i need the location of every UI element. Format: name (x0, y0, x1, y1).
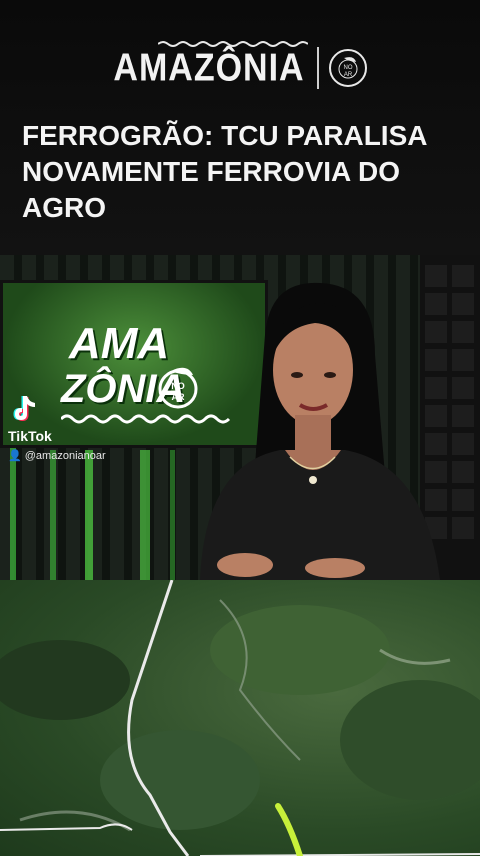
username-text: @amazonianoar (24, 450, 106, 462)
seal-text-top: NO (343, 65, 352, 71)
tv-seal-top: NO (171, 381, 185, 391)
no-ar-seal-icon: NO AR (328, 49, 367, 87)
headline: FERROGRÃO: TCU PARALISA NOVAMENTE FERROV… (22, 120, 427, 223)
brand-logo: AMAZÔNIA NO AR (0, 42, 480, 94)
logo-separator (316, 47, 319, 89)
header: AMAZÔNIA NO AR FERROGRÃO: TCU PARALISA N… (0, 0, 480, 255)
tiktok-watermark (8, 392, 42, 431)
tiktok-logo-icon (13, 396, 35, 421)
tiktok-username: 👤 @amazonianoar (8, 449, 106, 462)
logo-text: AMAZÔNIA (113, 45, 305, 90)
seal-text-bottom: AR (343, 72, 352, 78)
presenter (200, 282, 440, 580)
logo-wave-icon (158, 41, 308, 47)
tiktok-label: TikTok (8, 428, 52, 444)
satellite-map[interactable] (0, 580, 480, 856)
map-imagery (0, 580, 480, 856)
user-icon: 👤 (8, 450, 22, 462)
tv-seal-bottom: AR (172, 392, 185, 402)
